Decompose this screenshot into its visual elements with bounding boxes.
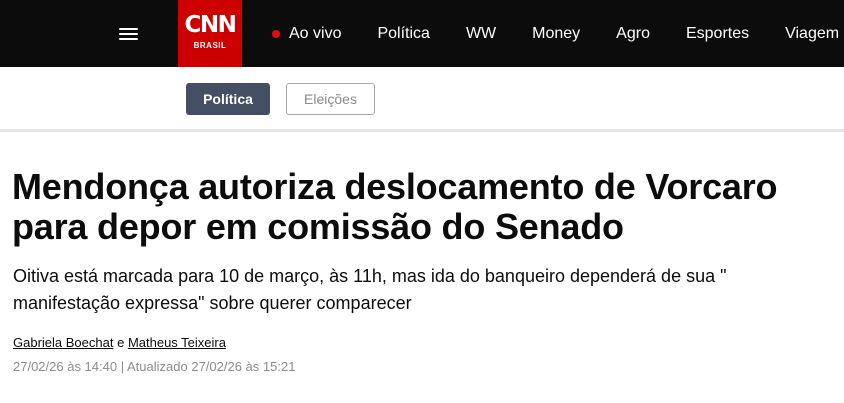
nav-item-viagem[interactable]: Viagem	[785, 25, 839, 43]
published-date: 27/02/26 às 14:40	[13, 359, 118, 374]
nav-item-ww[interactable]: WW	[466, 25, 496, 43]
article-dates: 27/02/26 às 14:40 | Atualizado 27/02/26 …	[13, 359, 295, 375]
nav-item-politica[interactable]: Política	[377, 25, 429, 43]
nav-item-label: Política	[377, 24, 430, 42]
menu-line	[119, 28, 138, 30]
live-dot-icon	[272, 29, 280, 38]
section-tabs: Política Eleições	[0, 67, 844, 132]
tab-politica[interactable]: Política	[186, 83, 270, 115]
nav-item-ao-vivo[interactable]: Ao vivo	[272, 25, 341, 43]
nav-item-label: WW	[465, 24, 497, 42]
tab-eleicoes[interactable]: Eleições	[286, 83, 375, 115]
nav-item-money[interactable]: Money	[532, 25, 580, 43]
nav-item-esportes[interactable]: Esportes	[686, 25, 749, 43]
author-joiner: e	[117, 335, 125, 350]
cnn-brasil-logo[interactable]: CNN BRASIL	[178, 0, 242, 67]
date-separator: |	[120, 359, 125, 374]
main-nav: Ao vivo Política WW Money Agro Esportes …	[272, 0, 844, 67]
nav-item-label: Agro	[616, 24, 650, 42]
nav-item-agro[interactable]: Agro	[616, 25, 650, 43]
logo-wordmark: CNN	[184, 12, 237, 38]
author-link[interactable]: Matheus Teixeira	[128, 335, 226, 350]
nav-item-label: Money	[532, 24, 581, 42]
top-navigation-bar: CNN BRASIL Ao vivo Política WW Money Agr…	[0, 0, 844, 67]
article-subtitle: Oitiva está marcada para 10 de março, às…	[13, 266, 727, 313]
byline: Gabriela Boechat e Matheus Teixeira	[13, 335, 226, 351]
updated-date: Atualizado 27/02/26 às 15:21	[127, 359, 296, 374]
nav-item-label: Esportes	[685, 24, 750, 42]
nav-item-label: Ao vivo	[289, 24, 342, 42]
menu-line	[119, 38, 138, 40]
article-headline: Mendonça autoriza deslocamento de Vorcar…	[12, 166, 778, 247]
logo-subtitle: BRASIL	[193, 41, 227, 50]
nav-item-label: Viagem	[785, 24, 840, 42]
author-link[interactable]: Gabriela Boechat	[13, 335, 113, 350]
menu-line	[119, 33, 138, 35]
hamburger-menu-icon[interactable]	[118, 26, 140, 42]
